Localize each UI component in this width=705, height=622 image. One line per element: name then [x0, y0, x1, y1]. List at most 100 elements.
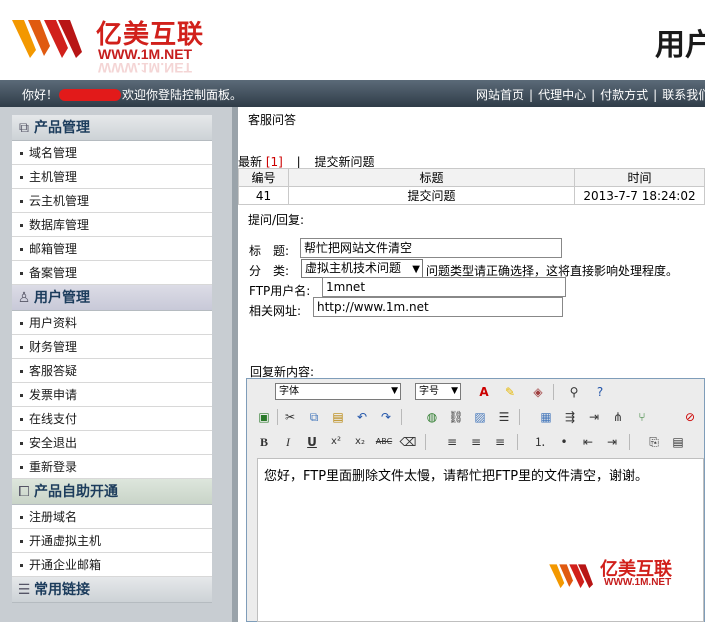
insert-column-icon[interactable]: ⇥ — [585, 408, 603, 426]
font-family-select-value: 字体 — [279, 386, 299, 397]
indent-icon[interactable]: ⇥ — [603, 433, 621, 451]
section-common-links[interactable]: ☰ 常用链接 — [12, 577, 212, 603]
cell-time: 2013-7-7 18:24:02 — [574, 186, 705, 205]
align-left-icon[interactable]: ≡ — [443, 433, 461, 451]
tab-latest[interactable]: 最新 — [238, 155, 262, 169]
sidebar-item-support[interactable]: 客服答疑 — [12, 359, 212, 383]
bullet-icon — [20, 176, 23, 179]
link-separator: | — [653, 88, 658, 102]
outdent-icon[interactable]: ⇤ — [579, 433, 597, 451]
sidebar-item-logout[interactable]: 安全退出 — [12, 431, 212, 455]
find-icon[interactable]: ⚲ — [565, 383, 583, 401]
section-title: 常用链接 — [34, 582, 90, 598]
underline-icon[interactable]: U — [303, 433, 321, 451]
link-icon[interactable]: ◍ — [423, 408, 441, 426]
link-agent-center[interactable]: 代理中心 — [538, 88, 586, 102]
italic-icon[interactable]: I — [279, 433, 297, 451]
clear-format-icon[interactable]: ◈ — [529, 383, 547, 401]
sidebar-item-register-domain[interactable]: 注册域名 — [12, 505, 212, 529]
brand-logo[interactable]: 亿美互联 WWW.1M.NET WWW.1M.NET — [10, 8, 210, 76]
help-icon[interactable]: ? — [591, 383, 609, 401]
col-title: 标题 — [288, 168, 575, 187]
font-size-select-value: 字号 — [419, 386, 439, 397]
title-field[interactable]: 帮忙把网站文件清空 — [300, 238, 562, 258]
eraser-icon[interactable]: ⌫ — [399, 433, 417, 451]
unlink-icon[interactable]: ⛓ — [447, 408, 465, 426]
unordered-list-icon[interactable]: • — [555, 433, 573, 451]
link-contact-us[interactable]: 联系我们 — [662, 88, 705, 102]
bullet-icon — [20, 152, 23, 155]
tab-submit-new[interactable]: 提交新问题 — [315, 155, 375, 169]
editor-content-area[interactable]: 您好，FTP里面删除文件太慢，请帮忙把FTP里的文件清空，谢谢。 亿美互联 WW… — [257, 458, 704, 622]
self-service-icon: ⧠ — [18, 484, 30, 500]
highlight-icon[interactable]: ✎ — [501, 383, 519, 401]
ftp-user-label: FTP用户名: — [249, 284, 311, 298]
toolbar-separator — [401, 409, 402, 425]
ticket-table: 编号 标题 时间 41 提交问题 2013-7-7 18:24:02 — [238, 168, 705, 205]
latest-count-badge: [1] — [265, 155, 283, 169]
category-select[interactable]: 虚拟主机技术问题 ▼ — [301, 259, 423, 278]
category-select-value: 虚拟主机技术问题 — [305, 261, 402, 275]
toolbar-separator — [519, 409, 520, 425]
source-code-icon[interactable]: ▣ — [255, 408, 273, 426]
sidebar-item-cloud-host[interactable]: 云主机管理 — [12, 189, 212, 213]
editor-text: 您好，FTP里面删除文件太慢，请帮忙把FTP里的文件清空，谢谢。 — [264, 469, 649, 484]
strikethrough-icon[interactable]: ABC — [375, 433, 393, 451]
sidebar-item-online-pay[interactable]: 在线支付 — [12, 407, 212, 431]
image-icon[interactable]: ▨ — [471, 408, 489, 426]
undo-icon[interactable]: ↶ — [353, 408, 371, 426]
sidebar-item-profile[interactable]: 用户资料 — [12, 311, 212, 335]
font-size-select[interactable]: 字号 ▼ — [415, 383, 461, 400]
redo-icon[interactable]: ↷ — [377, 408, 395, 426]
sidebar-item-database[interactable]: 数据库管理 — [12, 213, 212, 237]
greeting-prefix: 你好！ — [22, 88, 59, 102]
merge-cells-icon[interactable]: ⋔ — [609, 408, 627, 426]
preview-icon[interactable]: ▤ — [669, 433, 687, 451]
col-id: 编号 — [238, 168, 289, 187]
rich-text-editor: 字体 ▼ 字号 ▼ A ✎ ◈ ⚲ ? ▣ ✂ ⧉ ▤ ↶ ↷ ◍ ⛓ ▨ ☰ — [246, 378, 705, 622]
insert-page-icon[interactable]: ⎘ — [645, 433, 663, 451]
sidebar-item-invoice[interactable]: 发票申请 — [12, 383, 212, 407]
special-char-icon[interactable]: ⊘ — [681, 408, 699, 426]
section-self-service[interactable]: ⧠ 产品自助开通 — [12, 479, 212, 505]
split-cells-icon[interactable]: ⑂ — [633, 408, 651, 426]
table-row[interactable]: 41 提交问题 2013-7-7 18:24:02 — [238, 186, 705, 205]
sidebar-item-relogin[interactable]: 重新登录 — [12, 455, 212, 479]
sidebar-item-label: 用户资料 — [29, 316, 78, 330]
bold-icon[interactable]: B — [255, 433, 273, 451]
sidebar-item-filing[interactable]: 备案管理 — [12, 261, 212, 285]
link-home[interactable]: 网站首页 — [476, 88, 524, 102]
superscript-icon[interactable]: x² — [327, 433, 345, 451]
sidebar-item-open-enterprise-mail[interactable]: 开通企业邮箱 — [12, 553, 212, 577]
url-field[interactable]: http://www.1m.net — [313, 297, 563, 317]
logo-mark-icon — [12, 20, 82, 58]
copy-icon[interactable]: ⧉ — [305, 408, 323, 426]
sidebar-item-finance[interactable]: 财务管理 — [12, 335, 212, 359]
bullet-icon — [20, 200, 23, 203]
horizontal-rule-icon[interactable]: ☰ — [495, 408, 513, 426]
sidebar-item-hosting[interactable]: 主机管理 — [12, 165, 212, 189]
insert-row-icon[interactable]: ⇶ — [561, 408, 579, 426]
section-user-management[interactable]: ♙ 用户管理 — [12, 285, 212, 311]
cell-title[interactable]: 提交问题 — [288, 186, 575, 205]
watermark-logo: 亿美互联 WWW.1M.NET — [548, 555, 698, 595]
tab-separator: | — [296, 155, 301, 169]
section-product-management[interactable]: ⧉ 产品管理 — [12, 115, 212, 141]
link-separator: | — [591, 88, 596, 102]
align-center-icon[interactable]: ≡ — [467, 433, 485, 451]
align-right-icon[interactable]: ≡ — [491, 433, 509, 451]
sidebar-item-open-virtual-host[interactable]: 开通虚拟主机 — [12, 529, 212, 553]
toolbar-row-2: ▣ ✂ ⧉ ▤ ↶ ↷ ◍ ⛓ ▨ ☰ ▦ ⇶ ⇥ ⋔ ⑂ ⊘ — [249, 405, 705, 429]
sidebar-item-domain[interactable]: 域名管理 — [12, 141, 212, 165]
font-color-icon[interactable]: A — [475, 383, 493, 401]
ftp-user-field[interactable]: 1mnet — [322, 277, 566, 297]
page-title: 客服问答 — [248, 113, 297, 127]
ordered-list-icon[interactable]: ⒈ — [531, 433, 549, 451]
sidebar-item-mailbox[interactable]: 邮箱管理 — [12, 237, 212, 261]
cut-icon[interactable]: ✂ — [281, 408, 299, 426]
link-payment-methods[interactable]: 付款方式 — [600, 88, 648, 102]
font-family-select[interactable]: 字体 ▼ — [275, 383, 401, 400]
table-icon[interactable]: ▦ — [537, 408, 555, 426]
subscript-icon[interactable]: x₂ — [351, 433, 369, 451]
paste-icon[interactable]: ▤ — [329, 408, 347, 426]
